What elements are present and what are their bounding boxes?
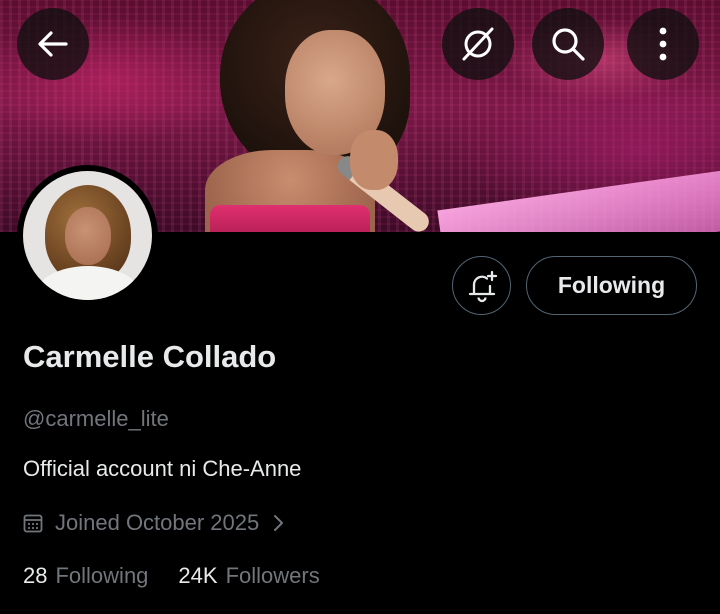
follow-stats: 28 Following 24K Followers <box>23 563 350 589</box>
avatar[interactable] <box>17 165 158 306</box>
more-options-button[interactable] <box>627 8 699 80</box>
following-button[interactable]: Following <box>526 256 697 315</box>
bio: Official account ni Che-Anne <box>23 456 302 481</box>
search-button[interactable] <box>532 8 604 80</box>
chevron-right-icon <box>273 514 285 532</box>
display-name: Carmelle Collado <box>23 339 277 374</box>
avatar-face <box>65 207 111 265</box>
bell-plus-icon <box>468 270 497 302</box>
joined-date-text: Joined October 2025 <box>55 510 260 535</box>
banner-singer-hand <box>350 130 398 190</box>
followers-count[interactable]: 24K <box>178 563 217 589</box>
banner-singer-dress <box>210 205 370 232</box>
followers-label[interactable]: Followers <box>226 563 320 589</box>
avatar-photo <box>23 171 152 300</box>
user-handle: @carmelle_lite <box>23 406 169 431</box>
avatar-shirt <box>35 266 141 300</box>
banner-stage-light <box>437 166 720 232</box>
joined-date-row[interactable]: Joined October 2025 <box>23 510 285 536</box>
grok-icon <box>462 27 494 61</box>
back-arrow-icon <box>38 31 68 57</box>
calendar-icon <box>23 513 43 533</box>
following-count[interactable]: 28 <box>23 563 47 589</box>
notifications-button[interactable] <box>452 256 511 315</box>
following-label[interactable]: Following <box>55 563 148 589</box>
back-button[interactable] <box>17 8 89 80</box>
search-icon <box>552 28 585 61</box>
more-vertical-icon <box>659 27 667 61</box>
grok-button[interactable] <box>442 8 514 80</box>
